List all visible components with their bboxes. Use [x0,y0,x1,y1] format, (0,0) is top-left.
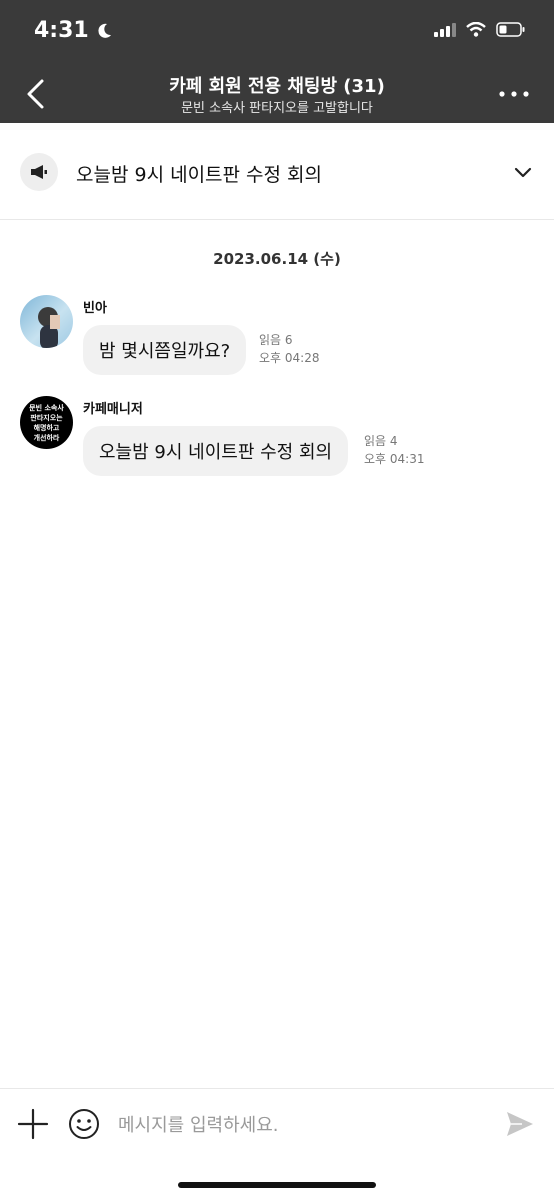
chat-header: 4:31 카페 회원 전용 채팅방 (31) 문빈 소속사 판타지오를 고발합니… [0,0,554,123]
chevron-down-icon[interactable] [512,161,534,183]
plus-icon[interactable] [16,1107,50,1141]
sender-name: 빈아 [83,301,107,316]
avatar[interactable] [20,295,73,348]
chat-subtitle: 문빈 소속사 판타지오를 고발합니다 [181,101,373,116]
more-options-icon[interactable] [494,82,534,106]
message-time: 오후 04:28 [259,351,320,365]
message-bubble[interactable]: 밤 몇시쯤일까요? [83,325,247,375]
read-count: 읽음 4 [364,434,398,448]
avatar-text-line: 해명하고 [33,423,60,432]
avatar-text-line: 판타지오는 [30,413,63,422]
pinned-notice[interactable]: 오늘밤 9시 네이트판 수정 회의 [0,123,554,220]
emoji-icon[interactable] [67,1107,101,1141]
message-meta: 읽음 4 오후 04:31 [364,432,424,468]
date-divider: 2023.06.14 (수) [213,250,341,268]
status-indicators [434,22,526,37]
status-time-group: 4:31 [34,18,113,43]
message-bubble[interactable]: 오늘밤 9시 네이트판 수정 회의 [83,426,349,476]
home-indicator [178,1182,376,1188]
avatar[interactable]: 문빈 소속사 판타지오는 해명하고 개선하라 [20,396,73,449]
avatar-text-line: 개선하라 [33,433,60,442]
message-time: 오후 04:31 [364,452,425,466]
sender-name: 카페매니저 [83,402,143,417]
message-input[interactable] [116,1109,480,1141]
notice-text: 오늘밤 9시 네이트판 수정 회의 [76,164,323,186]
avatar-text-line: 문빈 소속사 [29,403,64,412]
megaphone-icon [20,153,58,191]
message-meta: 읽음 6 오후 04:28 [259,331,319,367]
message-item: 문빈 소속사 판타지오는 해명하고 개선하라 카페매니저 오늘밤 9시 네이트판… [20,396,540,476]
send-icon[interactable] [504,1108,536,1140]
status-time: 4:31 [34,18,89,43]
battery-icon [496,22,525,37]
message-item: 빈아 밤 몇시쯤일까요? 읽음 6 오후 04:28 [20,295,540,375]
chat-title: 카페 회원 전용 채팅방 (31) [169,76,385,97]
wifi-icon [466,22,486,37]
signal-icon [434,22,456,37]
read-count: 읽음 6 [259,333,293,347]
message-composer [0,1088,554,1159]
moon-icon [98,23,111,38]
